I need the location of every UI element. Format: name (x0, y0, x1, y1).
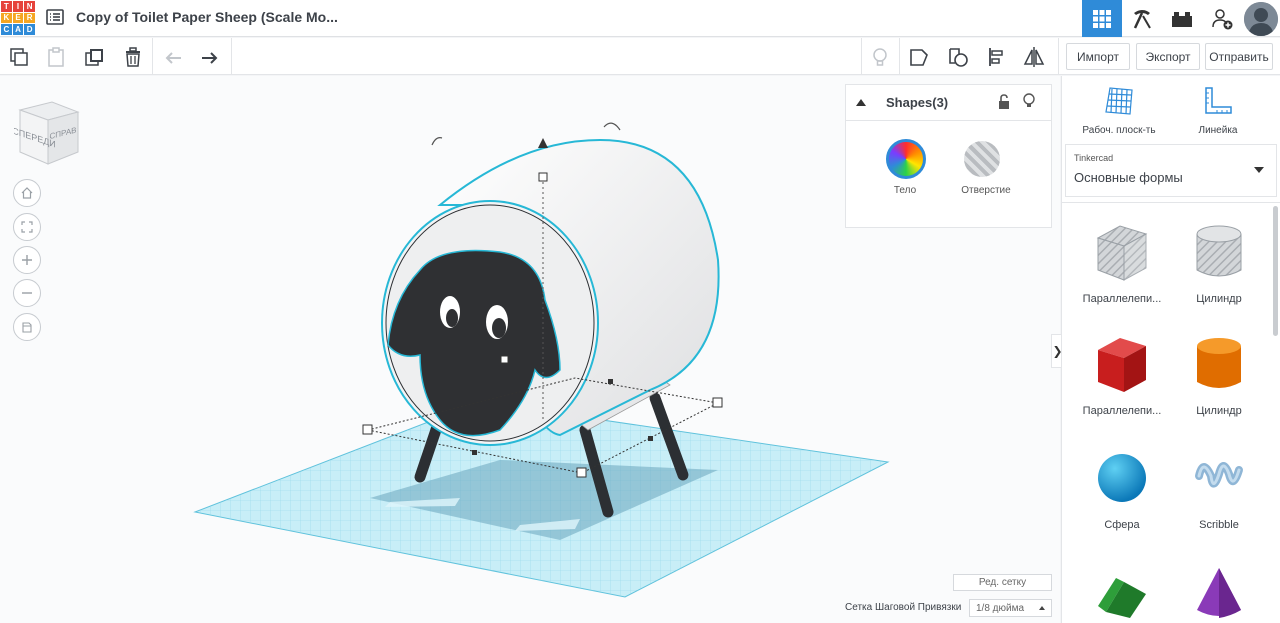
library-name: Основные формы (1074, 170, 1183, 185)
light-icon (873, 48, 887, 66)
dropdown-arrow-icon (1254, 167, 1264, 173)
top-bar: TIN KER CAD Copy of Toilet Paper Sheep (Sc… (0, 0, 1280, 37)
orange-cylinder-icon (1197, 338, 1241, 388)
workplane-shape-icon (949, 48, 968, 67)
shape-roof[interactable] (1072, 562, 1172, 623)
export-button[interactable]: Экспорт (1136, 43, 1200, 70)
ruler-label: Линейка (1198, 125, 1238, 136)
light-bulb-icon[interactable] (1022, 93, 1036, 109)
shape-box[interactable]: Параллелепи... (1072, 332, 1172, 417)
3d-view-grid-icon (1093, 9, 1111, 28)
workplane-label: Рабоч. плоск-ть (1082, 125, 1156, 136)
logo-letter: D (24, 24, 35, 35)
cone-icon (1197, 568, 1241, 618)
redo-button[interactable] (195, 42, 225, 72)
top-right-actions (1082, 0, 1280, 37)
align-icon (989, 48, 1003, 66)
shape-box-hole[interactable]: Параллелепи... (1072, 220, 1172, 305)
mirror-button[interactable] (1019, 42, 1049, 72)
logo-letter: A (12, 24, 24, 35)
sphere-icon (1098, 454, 1146, 502)
note-icon (910, 49, 928, 66)
import-button[interactable]: Импорт (1066, 43, 1130, 70)
unlock-icon[interactable] (997, 94, 1011, 110)
document-title[interactable]: Copy of Toilet Paper Sheep (Scale Mo... (76, 9, 338, 25)
shape-cylinder[interactable]: Цилиндр (1169, 332, 1269, 417)
shape-label: Параллелепи... (1082, 405, 1162, 417)
hole-label: Отверстие (961, 185, 1011, 196)
library-owner: Tinkercad (1074, 153, 1114, 163)
logo-letter: C (1, 24, 12, 35)
ruler-icon (1205, 87, 1232, 114)
toggle-light-button[interactable] (865, 42, 895, 72)
logo-letter: N (24, 1, 35, 12)
undo-icon (165, 52, 181, 64)
paste-button[interactable] (41, 42, 71, 72)
copy-icon (10, 48, 28, 66)
design-list-icon[interactable] (46, 8, 64, 26)
logo-letter: I (12, 1, 24, 12)
hole-swatch[interactable] (964, 141, 1000, 177)
snap-grid-select[interactable]: 1/8 дюйма (969, 599, 1052, 617)
shape-cylinder-hole[interactable]: Цилиндр (1169, 220, 1269, 305)
send-button[interactable]: Отправить (1205, 43, 1273, 70)
3d-view-button[interactable] (1082, 0, 1122, 37)
shape-library-select[interactable]: Tinkercad Основные формы (1065, 144, 1277, 197)
logo-letter: E (12, 12, 24, 24)
shape-scribble[interactable]: Scribble (1169, 446, 1269, 531)
avatar[interactable] (1244, 1, 1278, 36)
workplane-icon (1105, 87, 1133, 115)
paste-icon (48, 47, 64, 67)
align-button[interactable] (982, 42, 1012, 72)
undo-button[interactable] (158, 42, 188, 72)
shape-sphere[interactable]: Сфера (1072, 446, 1172, 531)
snap-grid-label: Сетка Шаговой Привязки (845, 602, 962, 613)
delete-button[interactable] (118, 42, 148, 72)
shape-label: Параллелепи... (1082, 293, 1162, 305)
shape-inspector: Shapes(3) Тело Отверстие (845, 84, 1052, 228)
duplicate-icon (85, 49, 103, 66)
scribble-icon (1195, 462, 1243, 488)
shape-label: Цилиндр (1196, 293, 1242, 305)
pickaxe-icon (1133, 9, 1151, 29)
workplane-tool-button[interactable] (943, 42, 973, 72)
solid-color-swatch[interactable] (886, 139, 926, 179)
edit-grid-button[interactable]: Ред. сетку (953, 574, 1052, 591)
solid-label: Тело (893, 185, 917, 196)
cylinder-hole-icon (1196, 225, 1242, 277)
copy-button[interactable] (4, 42, 34, 72)
bricks-icon (1172, 11, 1192, 27)
invite-user-button[interactable] (1202, 0, 1242, 37)
note-button[interactable] (904, 42, 934, 72)
logo-letter: K (1, 12, 12, 24)
snap-grid-value: 1/8 дюйма (976, 602, 1025, 614)
mirror-icon (1023, 47, 1045, 67)
tinkercad-logo[interactable]: TIN KER CAD (1, 1, 35, 35)
edit-toolbar: Импорт Экспорт Отправить (0, 38, 1280, 75)
red-box-icon (1098, 338, 1146, 392)
add-user-icon (1212, 8, 1233, 29)
logo-letter: R (24, 12, 35, 24)
shape-library-sidebar: Рабоч. плоск-ть Линейка Tinkercad Основн… (1061, 76, 1280, 623)
logo-letter: T (1, 1, 12, 12)
sidebar-scrollbar[interactable] (1273, 206, 1278, 336)
box-hole-icon (1096, 225, 1148, 281)
caret-up-icon (1039, 606, 1045, 610)
bricks-button[interactable] (1162, 0, 1202, 37)
roof-icon (1098, 578, 1146, 618)
shape-label: Цилиндр (1196, 405, 1242, 417)
shape-label: Сфера (1104, 519, 1140, 531)
shapes-count-title: Shapes(3) (886, 95, 949, 110)
collapse-up-icon[interactable] (855, 98, 867, 108)
shape-label: Scribble (1199, 519, 1239, 531)
ruler-button[interactable]: Линейка (1168, 86, 1268, 136)
blocks-editor-button[interactable] (1122, 0, 1162, 37)
duplicate-button[interactable] (80, 42, 110, 72)
shape-cone[interactable] (1169, 562, 1269, 623)
workplane-button[interactable]: Рабоч. плоск-ть (1069, 86, 1169, 136)
redo-icon (202, 52, 218, 64)
delete-icon (126, 47, 140, 67)
